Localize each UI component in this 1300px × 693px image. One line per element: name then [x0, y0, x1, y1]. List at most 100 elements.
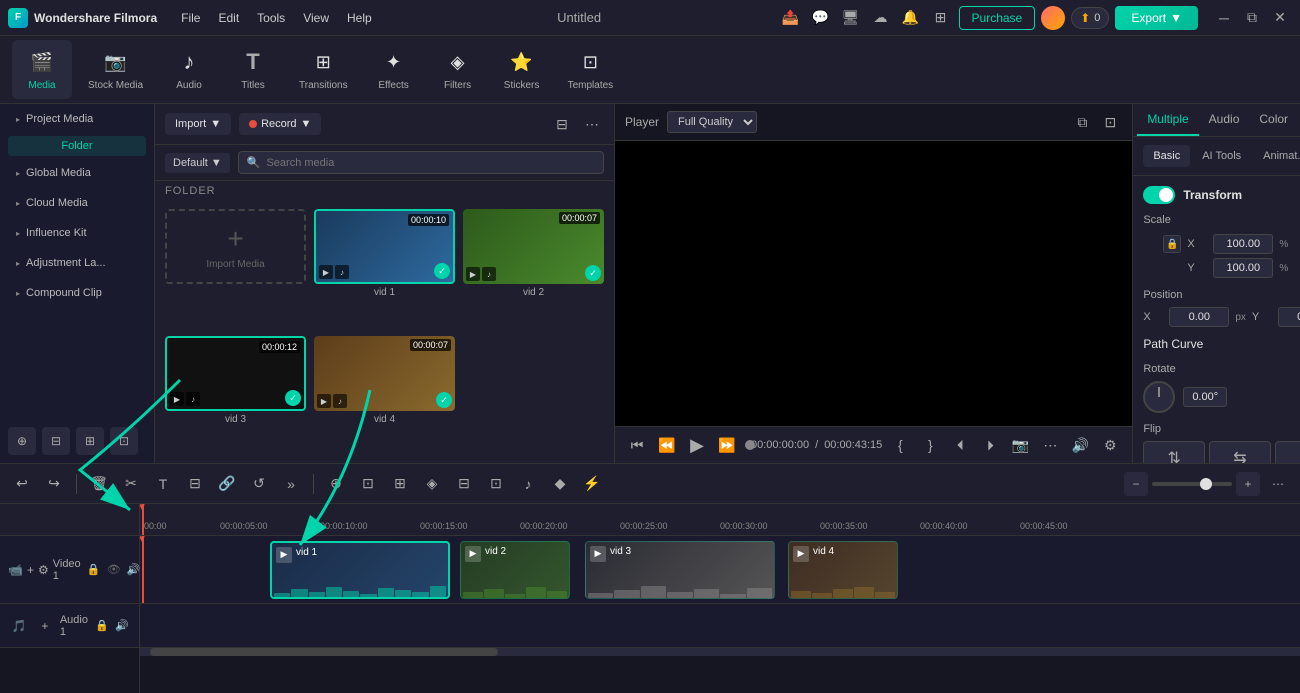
- mark-in-icon[interactable]: {: [888, 433, 912, 457]
- tl-crop-icon[interactable]: ⊟: [181, 470, 209, 498]
- media-item-vid1[interactable]: 00:00:10 ▶ ♪ ✓ vid 1: [314, 209, 455, 328]
- timeline-clip-vid4[interactable]: ▶ vid 4: [788, 541, 898, 599]
- settings-icon[interactable]: ⚙: [1098, 433, 1122, 457]
- tl-delete-icon[interactable]: 🗑: [85, 470, 113, 498]
- apps-icon[interactable]: ⊞: [929, 6, 953, 30]
- tl-rotate-icon[interactable]: ↺: [245, 470, 273, 498]
- tool-transitions[interactable]: ⊞ Transitions: [287, 40, 360, 99]
- search-input[interactable]: [266, 157, 595, 169]
- scale-x-value[interactable]: 100.00: [1213, 234, 1273, 254]
- split-view-icon[interactable]: ⧉: [1070, 110, 1094, 134]
- sidebar-item-project-media[interactable]: ▸ Project Media: [4, 105, 150, 133]
- step-back-icon[interactable]: ⏪: [655, 433, 679, 457]
- default-button[interactable]: Default ▼: [165, 153, 230, 173]
- audio-track-lock-icon[interactable]: 🔒: [93, 617, 111, 635]
- filter-icon[interactable]: ⊟: [550, 112, 574, 136]
- skip-back-icon[interactable]: ⏮: [625, 433, 649, 457]
- sidebar-view-icon[interactable]: ⊟: [42, 427, 70, 455]
- quality-select[interactable]: Full Quality 1/2 Quality 1/4 Quality: [667, 111, 757, 133]
- menu-help[interactable]: Help: [339, 7, 380, 29]
- timeline-clip-vid3[interactable]: ▶ vid 3: [585, 541, 775, 599]
- tool-stock-media[interactable]: 📷 Stock Media: [76, 40, 155, 99]
- tab-multiple[interactable]: Multiple: [1137, 104, 1198, 136]
- cloud-icon[interactable]: ☁: [869, 6, 893, 30]
- progress-thumb[interactable]: [745, 440, 755, 450]
- sidebar-item-compound-clip[interactable]: ▸ Compound Clip: [4, 279, 150, 307]
- timeline-scrollbar[interactable]: [140, 648, 1300, 656]
- pos-y-value[interactable]: 0.00: [1278, 307, 1300, 327]
- sidebar-group-icon[interactable]: ⊞: [76, 427, 104, 455]
- tool-templates[interactable]: ⊡ Templates: [556, 40, 626, 99]
- transform-toggle[interactable]: [1143, 186, 1175, 204]
- track-audio-add-icon[interactable]: +: [34, 612, 56, 640]
- tl-link-icon[interactable]: 🔗: [213, 470, 241, 498]
- media-item-vid2[interactable]: 00:00:07 ▶ ♪ ✓ vid 2: [463, 209, 604, 328]
- search-box[interactable]: 🔍: [238, 151, 604, 174]
- track-eye-icon[interactable]: 👁: [105, 561, 123, 579]
- tl-split-audio-icon[interactable]: ⊡: [354, 470, 382, 498]
- flip-horizontal-button[interactable]: ⇅: [1143, 441, 1205, 463]
- tl-audio2-icon[interactable]: ♪: [514, 470, 542, 498]
- timeline-clip-vid2[interactable]: ▶ vid 2: [460, 541, 570, 599]
- import-media-item[interactable]: + Import Media: [165, 209, 306, 328]
- tool-audio[interactable]: ♪ Audio: [159, 40, 219, 99]
- tl-split2-icon[interactable]: ⊟: [450, 470, 478, 498]
- menu-tools[interactable]: Tools: [249, 7, 293, 29]
- rotate-value[interactable]: 0.00°: [1183, 387, 1227, 407]
- maximize-button[interactable]: ⧉: [1240, 6, 1264, 30]
- devices-icon[interactable]: 🖥: [839, 6, 863, 30]
- tl-more-icon[interactable]: »: [277, 470, 305, 498]
- step-forward-icon[interactable]: ⏩: [715, 433, 739, 457]
- tl-link2-icon[interactable]: ⊡: [482, 470, 510, 498]
- zoom-out-icon[interactable]: −: [1124, 472, 1148, 496]
- import-button[interactable]: Import ▼: [165, 113, 231, 135]
- record-button[interactable]: Record ▼: [239, 113, 321, 135]
- more-ctrl-icon[interactable]: ⋯: [1038, 433, 1062, 457]
- rotate-dial-knob[interactable]: [1143, 381, 1175, 413]
- playhead[interactable]: [142, 504, 144, 535]
- tool-effects[interactable]: ✦ Effects: [364, 40, 424, 99]
- prev-marker-icon[interactable]: ⏴: [948, 433, 972, 457]
- flip-vertical-button[interactable]: ⇆: [1209, 441, 1271, 463]
- scale-lock-icon[interactable]: 🔒: [1163, 235, 1181, 253]
- tl-record-icon[interactable]: ⊞: [386, 470, 414, 498]
- sidebar-item-influence-kit[interactable]: ▸ Influence Kit: [4, 219, 150, 247]
- sidebar-add-track-icon[interactable]: ⊕: [8, 427, 36, 455]
- purchase-button[interactable]: Purchase: [959, 6, 1036, 30]
- flip-option3-button[interactable]: ⊟: [1275, 441, 1300, 463]
- snapshot-icon[interactable]: 📷: [1008, 433, 1032, 457]
- zoom-bar[interactable]: [1152, 482, 1232, 486]
- play-icon[interactable]: ▶: [685, 433, 709, 457]
- account-icon[interactable]: 💬: [809, 6, 833, 30]
- fullscreen-icon[interactable]: ⊡: [1098, 110, 1122, 134]
- zoom-in-icon[interactable]: +: [1236, 472, 1260, 496]
- tool-filters[interactable]: ◈ Filters: [428, 40, 488, 99]
- tl-redo-icon[interactable]: ↪: [40, 470, 68, 498]
- user-avatar[interactable]: [1041, 6, 1065, 30]
- zoom-thumb[interactable]: [1200, 478, 1212, 490]
- tl-options-icon[interactable]: ⋯: [1264, 470, 1292, 498]
- volume-icon[interactable]: 🔊: [1068, 433, 1092, 457]
- track-lock-icon[interactable]: 🔒: [85, 561, 103, 579]
- tl-text-icon[interactable]: T: [149, 470, 177, 498]
- mark-out-icon[interactable]: }: [918, 433, 942, 457]
- tl-speed-icon[interactable]: ⚡: [578, 470, 606, 498]
- scale-y-value[interactable]: 100.00: [1213, 258, 1273, 278]
- track-add-icon[interactable]: +: [27, 556, 34, 584]
- sidebar-compound-icon[interactable]: ⊡: [110, 427, 138, 455]
- track-settings-icon[interactable]: ⚙: [38, 556, 49, 584]
- tool-stickers[interactable]: ⭐ Stickers: [492, 40, 552, 99]
- sidebar-item-cloud-media[interactable]: ▸ Cloud Media: [4, 189, 150, 217]
- tl-marker-icon[interactable]: ◈: [418, 470, 446, 498]
- tab-color[interactable]: Color: [1249, 104, 1298, 136]
- menu-view[interactable]: View: [295, 7, 337, 29]
- sidebar-item-adjustment[interactable]: ▸ Adjustment La...: [4, 249, 150, 277]
- tool-titles[interactable]: T Titles: [223, 40, 283, 99]
- tab-audio[interactable]: Audio: [1199, 104, 1250, 136]
- media-item-vid3[interactable]: 00:00:12 ▶ ♪ ✓ vid 3: [165, 336, 306, 455]
- media-item-vid4[interactable]: 00:00:07 ▶ ♪ ✓ vid 4: [314, 336, 455, 455]
- sidebar-folder[interactable]: Folder: [8, 136, 146, 156]
- next-marker-icon[interactable]: ⏵: [978, 433, 1002, 457]
- tl-keyframe-icon[interactable]: ◆: [546, 470, 574, 498]
- minimize-button[interactable]: ─: [1212, 6, 1236, 30]
